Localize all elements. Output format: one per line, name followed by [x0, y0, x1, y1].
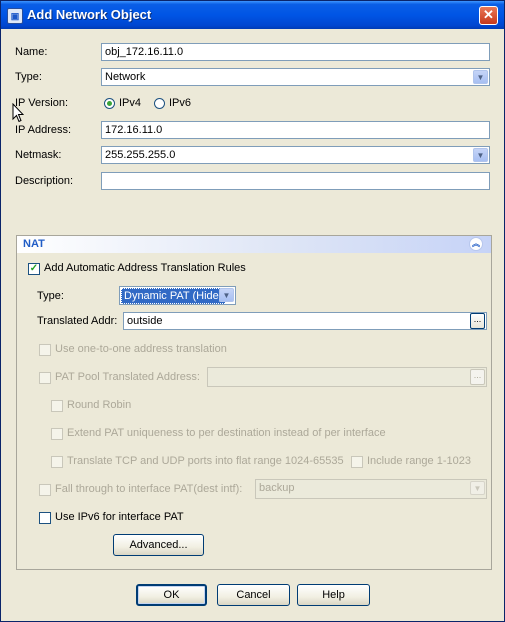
chevron-down-icon[interactable]: ▼ [473, 70, 488, 84]
translate-tcp-label: Translate TCP and UDP ports into flat ra… [67, 455, 344, 467]
advanced-button[interactable]: Advanced... [113, 534, 204, 556]
pat-pool-browse-button[interactable]: ... [470, 369, 485, 385]
ipv4-radio[interactable] [104, 98, 115, 109]
close-button[interactable]: ✕ [479, 6, 498, 25]
chevron-down-icon[interactable]: ▼ [473, 148, 488, 162]
type-select[interactable]: Network ▼ [101, 68, 490, 86]
auto-rules-label: Add Automatic Address Translation Rules [44, 262, 246, 274]
nat-panel: NAT ︽ ✓ Add Automatic Address Translatio… [16, 235, 492, 570]
translated-addr-value: outside [127, 315, 163, 327]
netmask-label: Netmask: [15, 149, 62, 161]
one-to-one-label: Use one-to-one address translation [55, 343, 227, 355]
ipaddress-label: IP Address: [15, 124, 72, 136]
ok-button[interactable]: OK [136, 584, 207, 606]
dialog-window: ▣ Add Network Object ✕ Name: obj_172.16.… [0, 0, 505, 622]
dialog-content: Name: obj_172.16.11.0 Type: Network ▼ IP… [4, 30, 501, 618]
round-robin-label: Round Robin [67, 399, 132, 411]
extend-pat-checkbox[interactable] [51, 428, 63, 440]
ipv6-pat-label: Use IPv6 for interface PAT [55, 511, 184, 523]
ipaddress-field[interactable]: 172.16.11.0 [101, 121, 490, 139]
nat-header: NAT ︽ [17, 236, 491, 253]
name-field[interactable]: obj_172.16.11.0 [101, 43, 490, 61]
netmask-select-value: 255.255.255.0 [105, 149, 176, 161]
ipv6-radio[interactable] [154, 98, 165, 109]
netmask-select[interactable]: 255.255.255.0 ▼ [101, 146, 490, 164]
fall-through-checkbox[interactable] [39, 484, 51, 496]
ipv6-pat-checkbox[interactable] [39, 512, 51, 524]
collapse-icon[interactable]: ︽ [469, 237, 483, 251]
translated-addr-field[interactable]: outside [123, 312, 487, 330]
nat-type-select[interactable]: Dynamic PAT (Hide) ▼ [119, 286, 236, 305]
type-label: Type: [15, 71, 42, 83]
translated-browse-button[interactable]: ... [470, 313, 485, 329]
app-icon: ▣ [7, 8, 23, 24]
include-range-checkbox[interactable] [351, 456, 363, 468]
translate-tcp-checkbox[interactable] [51, 456, 63, 468]
nat-type-value: Dynamic PAT (Hide) [121, 288, 226, 304]
translated-addr-label: Translated Addr: [37, 315, 118, 327]
nat-type-label: Type: [37, 290, 64, 302]
description-label: Description: [15, 175, 74, 187]
nat-title: NAT [23, 238, 45, 250]
pat-pool-field[interactable] [207, 367, 487, 387]
mouse-pointer-icon [12, 103, 24, 123]
chevron-down-icon[interactable]: ▼ [470, 481, 485, 495]
auto-rules-checkbox[interactable]: ✓ [28, 263, 40, 275]
ipv4-label: IPv4 [119, 97, 142, 109]
description-field[interactable] [101, 172, 490, 190]
fall-through-select[interactable]: backup ▼ [255, 479, 487, 499]
dialog-title: Add Network Object [27, 7, 152, 22]
name-label: Name: [15, 46, 48, 58]
round-robin-checkbox[interactable] [51, 400, 63, 412]
title-bar[interactable]: ▣ Add Network Object ✕ [1, 1, 504, 29]
fall-through-label: Fall through to interface PAT(dest intf)… [55, 483, 243, 495]
pat-pool-label: PAT Pool Translated Address: [55, 371, 200, 383]
help-button[interactable]: Help [297, 584, 370, 606]
include-range-label: Include range 1-1023 [367, 455, 471, 467]
extend-pat-label: Extend PAT uniqueness to per destination… [67, 427, 386, 439]
fall-through-value: backup [259, 482, 295, 494]
type-select-value: Network [105, 71, 146, 83]
pat-pool-checkbox[interactable] [39, 372, 51, 384]
one-to-one-checkbox[interactable] [39, 344, 51, 356]
chevron-down-icon[interactable]: ▼ [219, 288, 234, 302]
ipv6-label: IPv6 [169, 97, 192, 109]
cancel-button[interactable]: Cancel [217, 584, 290, 606]
